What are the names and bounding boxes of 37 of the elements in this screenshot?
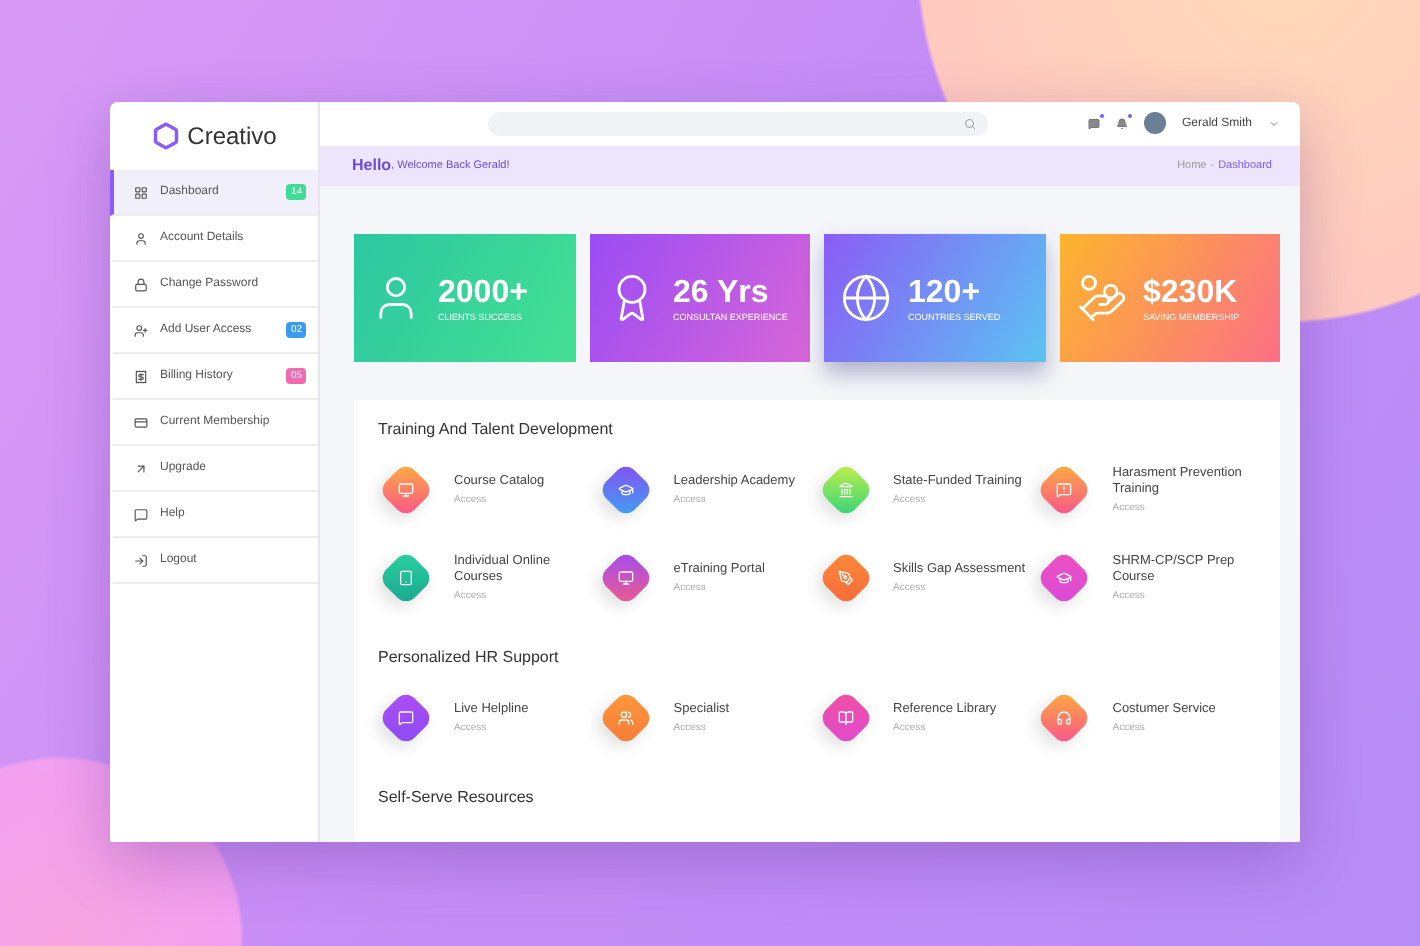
greeting-hello: Hello — [352, 156, 392, 175]
search-field[interactable] — [488, 111, 988, 136]
pen-icon — [837, 570, 853, 586]
caret-icon[interactable] — [1268, 117, 1280, 130]
graduation-cap-icon — [1056, 570, 1073, 586]
stat-value: 120+ — [908, 275, 983, 311]
chat-icon — [398, 710, 414, 726]
logo-icon — [151, 122, 180, 150]
section-title: Self-Serve Resources — [378, 788, 536, 806]
logout-icon — [134, 553, 148, 567]
monitor-icon — [617, 570, 634, 586]
receipt-icon — [134, 369, 148, 383]
bell-icon[interactable] — [1115, 117, 1128, 130]
user-icon — [134, 231, 148, 245]
stat-value: $230K — [1143, 275, 1240, 311]
monitor-icon — [398, 482, 414, 498]
coin-hand-icon — [1075, 272, 1127, 324]
lock-icon — [134, 277, 148, 291]
section-title: Personalized HR Support — [378, 648, 561, 666]
tablet-icon — [398, 570, 414, 586]
search-icon — [964, 117, 976, 130]
avatar[interactable] — [1143, 112, 1166, 135]
message-icon[interactable] — [1087, 117, 1100, 130]
people-icon — [617, 710, 634, 726]
stat-value: 26 Yrs — [673, 275, 771, 311]
alert-message-icon — [1056, 482, 1073, 498]
book-icon — [837, 710, 853, 726]
building-icon — [837, 482, 853, 498]
section-title: Training And Talent Development — [378, 420, 615, 438]
card-icon — [134, 415, 148, 429]
stat-value: 2000+ — [438, 275, 528, 311]
headset-icon — [1056, 710, 1073, 726]
graduation-cap-icon — [617, 482, 634, 498]
grid-icon — [134, 185, 148, 199]
user-plus-icon — [134, 323, 148, 337]
globe-icon — [840, 272, 892, 324]
brand-name: Creativo — [187, 122, 277, 150]
